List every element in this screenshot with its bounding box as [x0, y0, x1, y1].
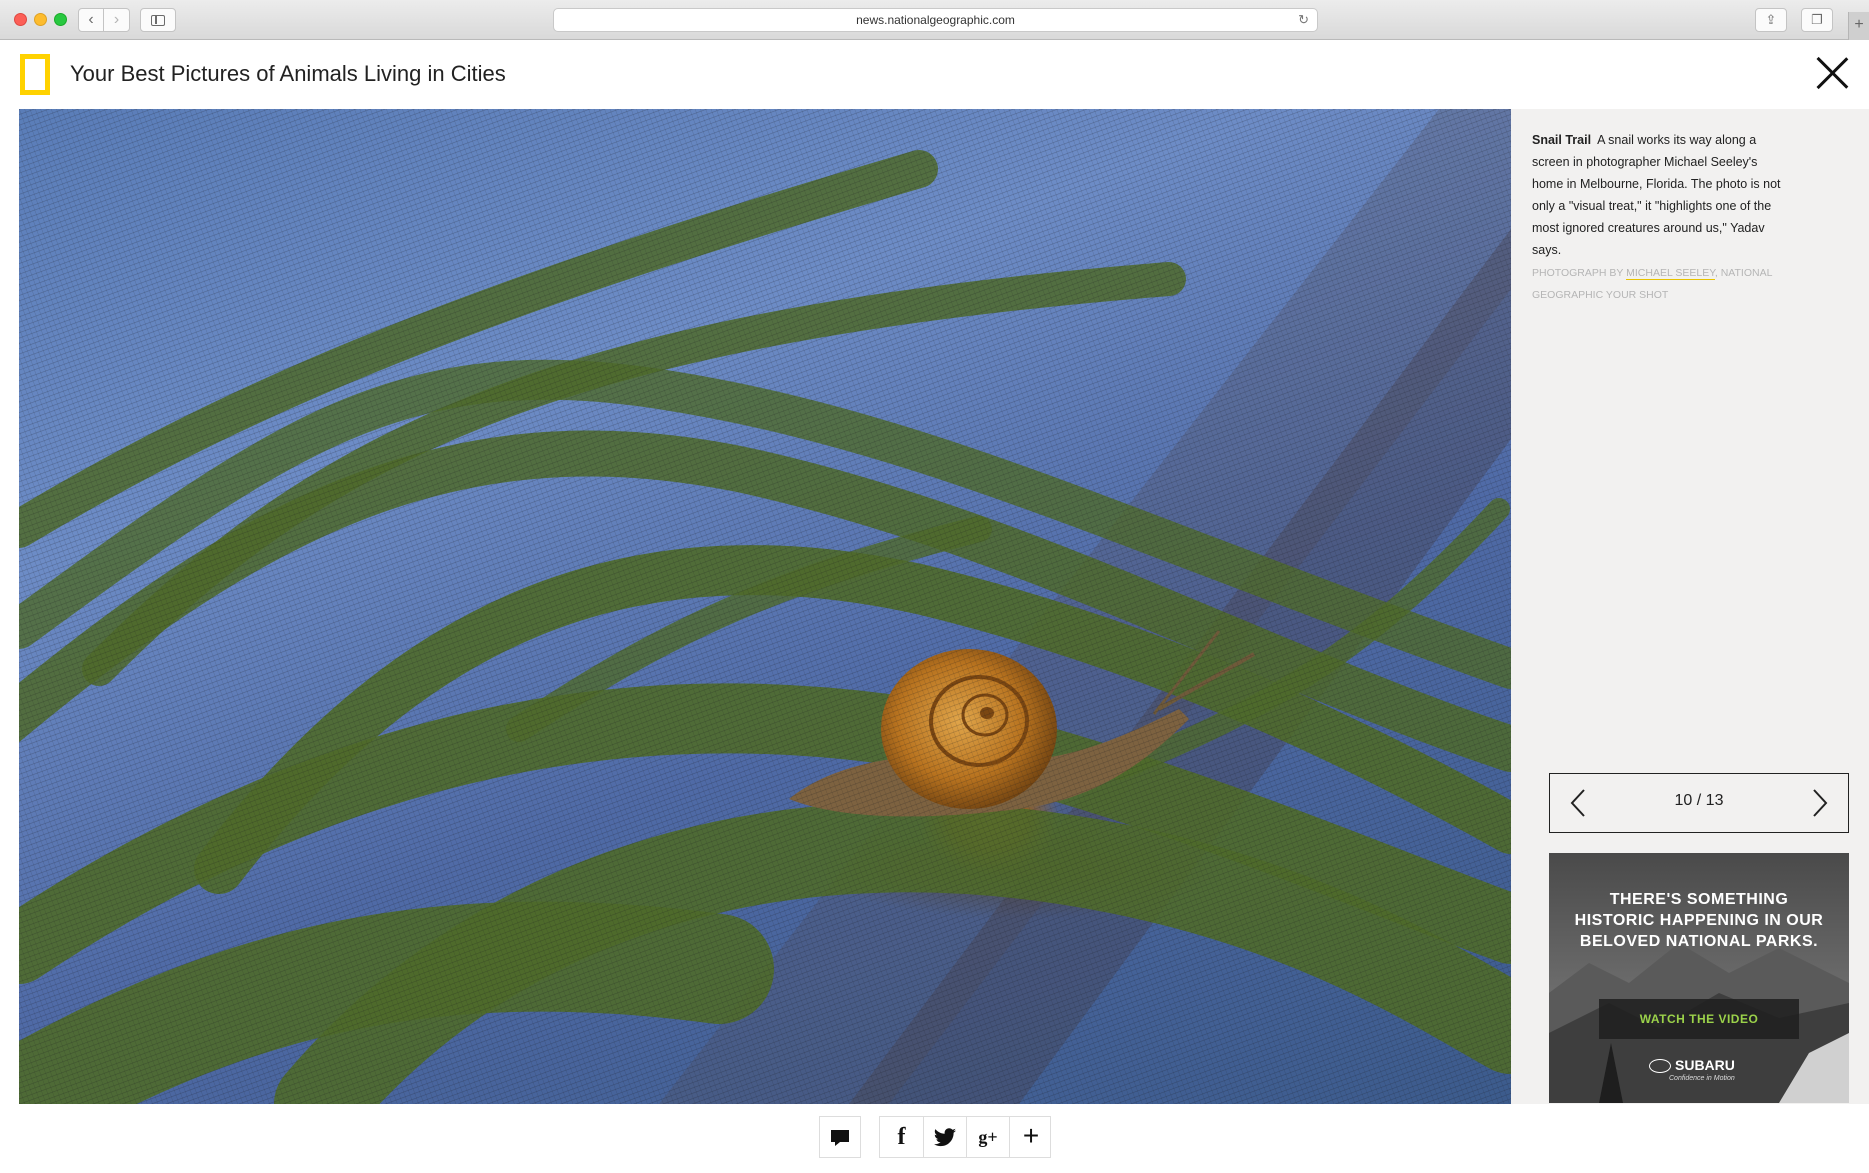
show-tabs-button[interactable]: ❐: [1801, 8, 1833, 32]
photo-credit: PHOTOGRAPH BY MICHAEL SEELEY, NATIONAL G…: [1532, 262, 1790, 306]
subaru-logo-icon: [1649, 1059, 1671, 1074]
plus-icon: +: [1854, 16, 1864, 33]
gallery-header: Your Best Pictures of Animals Living in …: [0, 40, 1869, 109]
reload-icon[interactable]: ↻: [1298, 9, 1309, 31]
googleplus-icon: g+: [978, 1127, 998, 1147]
ad-tagline: Confidence in Motion: [1669, 1075, 1735, 1082]
share-button[interactable]: ⇪: [1755, 8, 1787, 32]
caption-text: A snail works its way along a screen in …: [1532, 133, 1781, 257]
national-geographic-logo[interactable]: [20, 54, 50, 95]
ad-headline: THERE'S SOMETHING HISTORIC HAPPENING IN …: [1574, 891, 1824, 950]
ad-brand-name: SUBARU: [1675, 1057, 1735, 1073]
chevron-right-icon: ›: [113, 11, 120, 28]
comment-icon: [831, 1130, 849, 1146]
advertisement[interactable]: THERE'S SOMETHING HISTORIC HAPPENING IN …: [1549, 853, 1849, 1103]
gallery-photo[interactable]: [19, 109, 1511, 1104]
share-toolbar: f g+ +: [0, 1104, 1869, 1173]
googleplus-share-button[interactable]: g+: [966, 1117, 1009, 1157]
close-gallery-button[interactable]: [1815, 56, 1849, 90]
page-title: Your Best Pictures of Animals Living in …: [70, 61, 506, 86]
photographer-link[interactable]: MICHAEL SEELEY: [1626, 267, 1715, 280]
forward-button[interactable]: ›: [104, 8, 130, 32]
caption-title: Snail Trail: [1532, 133, 1592, 147]
photo-caption: Snail Trail A snail works its way along a…: [1532, 129, 1790, 261]
photo-illustration: [19, 109, 1511, 1104]
facebook-icon: f: [897, 1124, 906, 1150]
url-text: news.nationalgeographic.com: [856, 13, 1015, 27]
back-button[interactable]: ‹: [78, 8, 104, 32]
caption-sidebar: Snail Trail A snail works its way along a…: [1511, 109, 1869, 1104]
ad-brand: SUBARU: [1649, 1057, 1799, 1074]
twitter-icon: [933, 1128, 956, 1147]
tabs-icon: ❐: [1811, 12, 1823, 27]
twitter-share-button[interactable]: [923, 1117, 966, 1157]
sidebar-icon: [151, 15, 165, 26]
facebook-share-button[interactable]: f: [880, 1117, 923, 1157]
chevron-left-icon: ‹: [88, 11, 94, 28]
social-share-group: f g+ +: [879, 1116, 1051, 1158]
credit-prefix: PHOTOGRAPH BY: [1532, 267, 1627, 279]
address-bar[interactable]: news.nationalgeographic.com ↻: [553, 8, 1318, 32]
more-share-button[interactable]: +: [1009, 1117, 1052, 1157]
gallery-pager: 10 / 13: [1549, 773, 1849, 833]
share-icon: ⇪: [1765, 12, 1777, 27]
close-window-button[interactable]: [14, 13, 27, 26]
comment-button[interactable]: [819, 1116, 861, 1158]
next-photo-button[interactable]: [1804, 788, 1834, 818]
plus-icon: +: [1022, 1120, 1040, 1151]
new-tab-button[interactable]: +: [1848, 12, 1869, 40]
minimize-window-button[interactable]: [34, 13, 47, 26]
chevron-right-icon: [1813, 789, 1828, 817]
browser-toolbar: ‹ › news.nationalgeographic.com ↻ ⇪ ❐ +: [0, 0, 1869, 40]
sidebar-toggle-button[interactable]: [140, 8, 176, 32]
zoom-window-button[interactable]: [54, 13, 67, 26]
watch-video-button[interactable]: WATCH THE VIDEO: [1599, 999, 1799, 1039]
